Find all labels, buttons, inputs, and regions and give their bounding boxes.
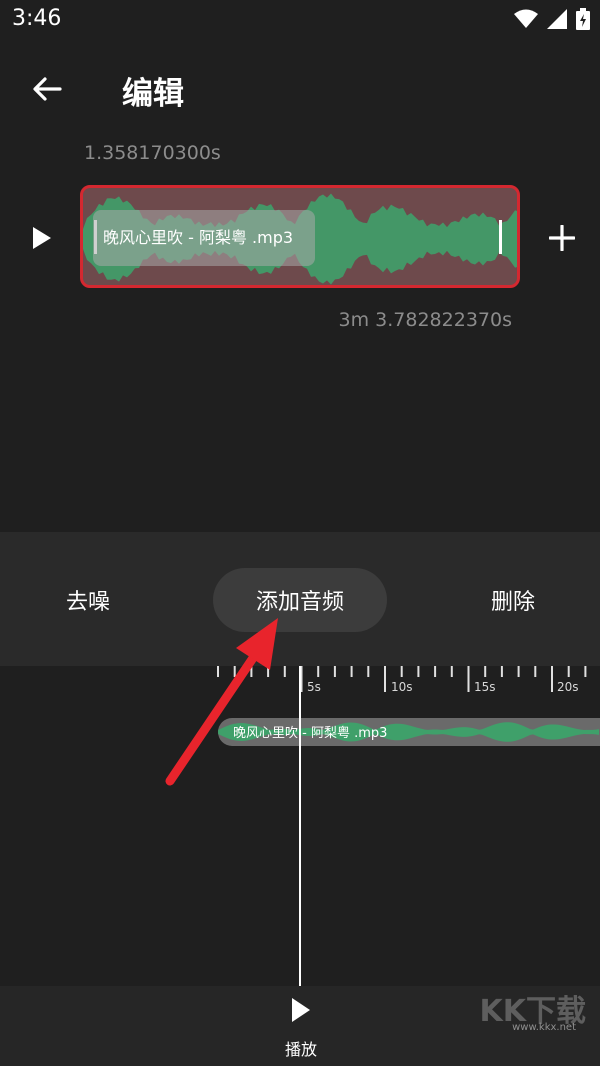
app-bar: 编辑 [0,52,600,124]
page-title: 编辑 [122,76,184,112]
tick-label-20s: 20s [557,680,579,694]
right-trim-handle[interactable] [499,220,502,254]
playhead[interactable] [299,666,301,988]
add-audio-button[interactable]: 添加音频 [213,568,387,632]
timeline-track[interactable]: 晚风心里吹 - 阿梨粤 .mp3 [218,718,600,746]
add-clip-button[interactable] [540,216,584,260]
wifi-icon [514,9,538,28]
denoise-button[interactable]: 去噪 [44,568,132,632]
play-label: 播放 [284,1040,317,1059]
audio-clip-selection[interactable]: 晚风心里吹 - 阿梨粤 .mp3 [80,185,520,288]
status-time: 3:46 [12,6,62,31]
tick-label-5s: 5s [307,680,321,694]
start-time-label: 1.358170300s [84,142,221,164]
tick-label-10s: 10s [391,680,413,694]
clip-play-button[interactable] [24,218,60,258]
play-icon [33,227,51,249]
arrow-left-icon [33,77,62,101]
end-time-label: 3m 3.782822370s [338,309,512,331]
tick-label-15s: 15s [474,680,496,694]
delete-button[interactable]: 删除 [470,568,556,632]
watermark-url: www.kkx.net [512,1022,576,1033]
track-name-label: 晚风心里吹 - 阿梨粤 .mp3 [233,726,388,741]
play-icon [292,998,310,1022]
back-button[interactable] [24,66,70,112]
play-button[interactable] [282,992,320,1028]
clip-name-label: 晚风心里吹 - 阿梨粤 .mp3 [93,210,315,266]
status-bar: 3:46 [0,0,600,40]
plus-icon [549,225,575,251]
battery-charging-icon [576,8,590,30]
signal-icon [547,9,567,29]
status-icons [514,8,590,30]
action-bar: 去噪 添加音频 删除 [0,532,600,666]
